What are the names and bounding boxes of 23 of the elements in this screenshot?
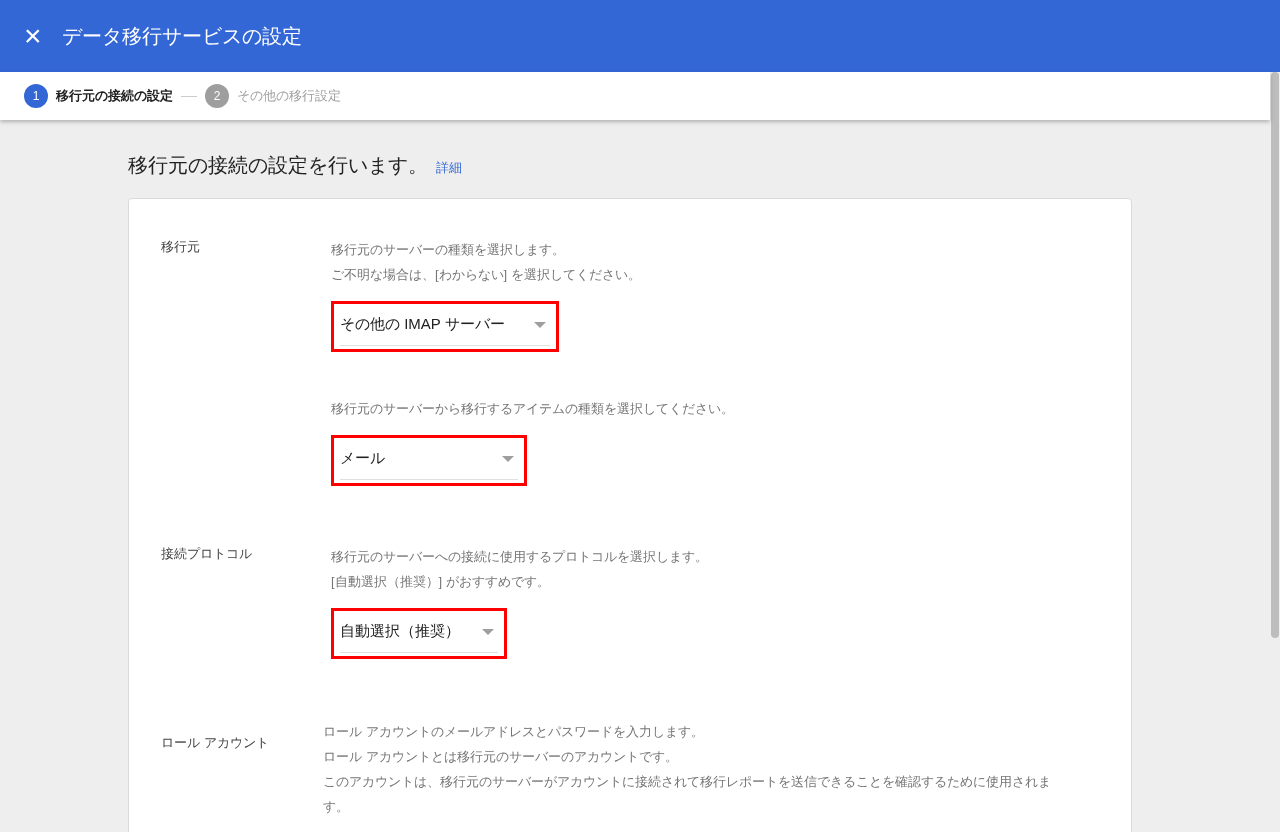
details-link[interactable]: 詳細 — [436, 158, 462, 178]
page-heading: 移行元の接続の設定を行います。 — [128, 153, 428, 178]
dropdown-select[interactable]: 自動選択（推奨） — [340, 611, 498, 653]
caret-icon — [502, 455, 514, 462]
window-title: データ移行サービスの設定 — [61, 24, 302, 49]
caret-icon — [534, 321, 546, 328]
scrollbar-thumb[interactable] — [1271, 72, 1279, 638]
description-text: 移行元のサーバーへの接続に使用するプロトコルを選択します。 — [331, 548, 709, 566]
section-label: ロール アカウント — [161, 734, 270, 752]
close-button[interactable]: × — [24, 21, 42, 51]
dropdown-select[interactable]: その他の IMAP サーバー — [340, 304, 550, 346]
caret-icon — [482, 628, 494, 635]
description-text: ロール アカウントのメールアドレスとパスワードを入力します。 — [323, 723, 705, 741]
description-text: このアカウントは、移行元のサーバーがアカウントに接続されて移行レポートを送信できることを確認するために使用されます。 — [323, 773, 1052, 816]
section-label: 移行元 — [161, 238, 201, 256]
description-text: ロール アカウントとは移行元のサーバーのアカウントです。 — [323, 748, 679, 766]
description-text: ご不明な場合は、[わからない] を選択してください。 — [331, 266, 642, 284]
dropdown-select[interactable]: メール — [340, 438, 518, 480]
section-label: 接続プロトコル — [161, 545, 253, 563]
description-text: 移行元のサーバーから移行するアイテムの種類を選択してください。 — [331, 400, 735, 418]
step-tab[interactable]: 1 移行元の接続の設定 — [24, 84, 173, 108]
description-text: 移行元のサーバーの種類を選択します。 — [331, 241, 566, 259]
description-text: [自動選択（推奨）] がおすすめです。 — [331, 573, 551, 591]
